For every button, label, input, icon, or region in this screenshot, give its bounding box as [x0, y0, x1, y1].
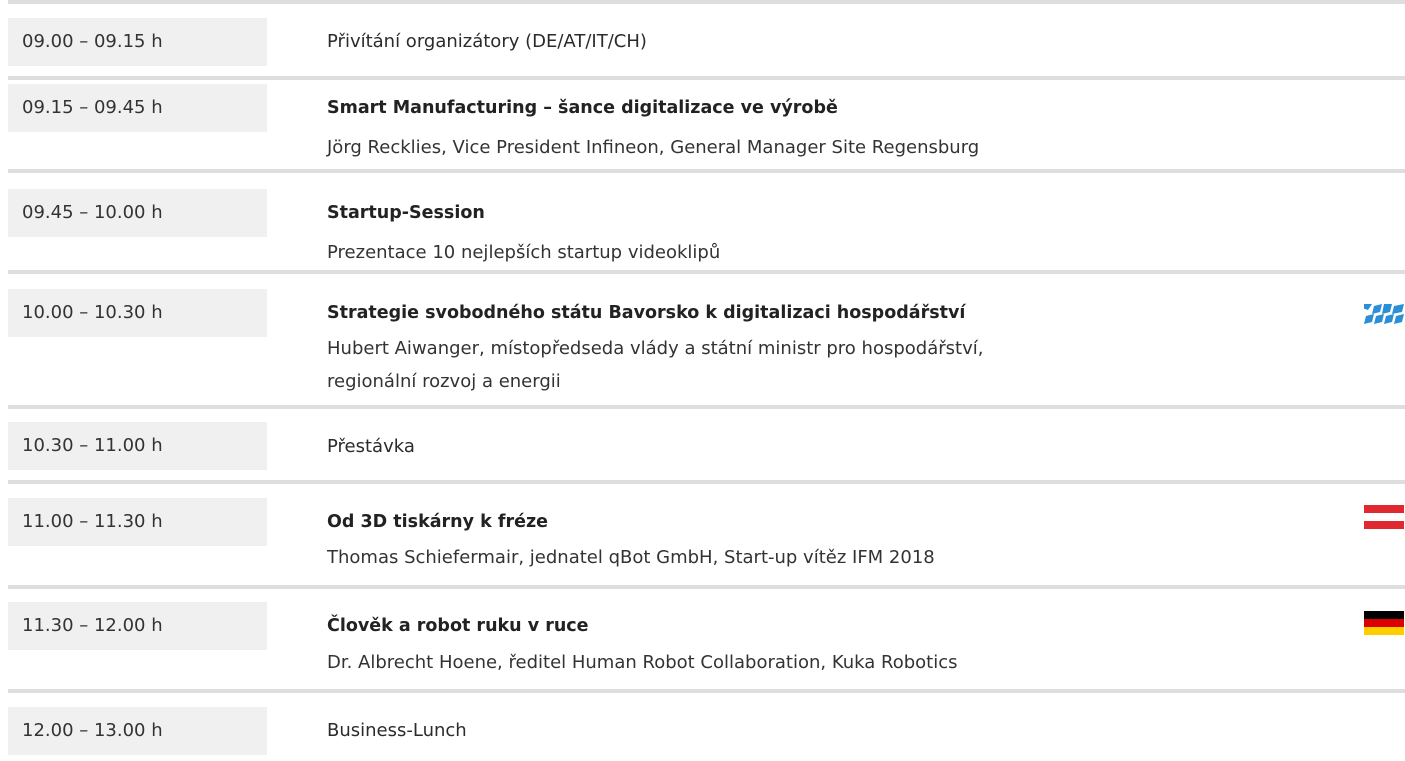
austria-flag-icon [1364, 505, 1404, 529]
speaker-line: Thomas Schiefermair, jednatel qBot GmbH,… [327, 547, 935, 568]
time-slot: 10.30 – 11.00 h [8, 422, 267, 470]
row-divider [8, 0, 1405, 4]
session-title: Přivítání organizátory (DE/AT/IT/CH) [327, 31, 647, 52]
time-slot: 11.30 – 12.00 h [8, 602, 267, 650]
session-title: Business-Lunch [327, 720, 467, 741]
session-title: Smart Manufacturing – šance digitalizace… [327, 98, 838, 118]
row-divider [8, 480, 1405, 484]
session-title: Strategie svobodného státu Bavorsko k di… [327, 303, 966, 323]
time-slot: 09.15 – 09.45 h [8, 84, 267, 132]
row-divider [8, 169, 1405, 173]
row-divider [8, 76, 1405, 80]
time-slot: 12.00 – 13.00 h [8, 707, 267, 755]
speaker-line: Jörg Recklies, Vice President Infineon, … [327, 137, 980, 158]
session-title: Člověk a robot ruku v ruce [327, 616, 589, 636]
germany-flag-icon [1364, 611, 1404, 635]
row-divider [8, 405, 1405, 409]
row-divider [8, 689, 1405, 693]
time-slot: 11.00 – 11.30 h [8, 498, 267, 546]
time-slot: 10.00 – 10.30 h [8, 289, 267, 337]
bavaria-flag-icon [1364, 304, 1404, 328]
speaker-line-2: regionální rozvoj a energii [327, 371, 561, 392]
speaker-line: Dr. Albrecht Hoene, ředitel Human Robot … [327, 652, 958, 673]
speaker-line: Prezentace 10 nejlepších startup videokl… [327, 242, 721, 263]
session-title: Startup-Session [327, 203, 485, 223]
row-divider [8, 270, 1405, 274]
speaker-line: Hubert Aiwanger, místopředseda vlády a s… [327, 338, 984, 359]
row-divider [8, 585, 1405, 589]
session-title: Přestávka [327, 436, 415, 457]
agenda-schedule: 09.00 – 09.15 h Přivítání organizátory (… [8, 0, 1405, 761]
session-title: Od 3D tiskárny k fréze [327, 512, 549, 532]
time-slot: 09.00 – 09.15 h [8, 18, 267, 66]
time-slot: 09.45 – 10.00 h [8, 189, 267, 237]
